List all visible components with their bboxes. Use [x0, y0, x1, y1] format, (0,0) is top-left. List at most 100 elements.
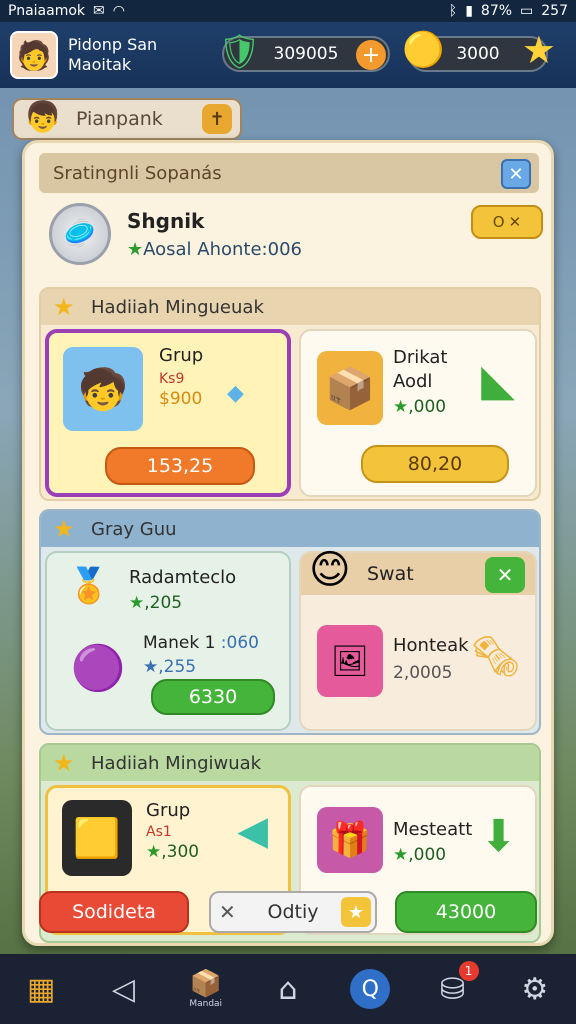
star-icon: ★: [129, 593, 145, 613]
leaf-icon: ◣: [481, 355, 515, 406]
price-label: 153,25: [146, 455, 214, 477]
middle-action-label: Odtiy: [267, 901, 319, 923]
user-row: 🥏 Shgnik ★Aosal Ahonte:006 O ✕: [45, 201, 545, 271]
background-tab-label: Pianpank: [76, 108, 163, 130]
coin-counter: 🟡 3000 ★: [402, 28, 556, 72]
close-icon: ✕: [219, 900, 236, 924]
player-avatar[interactable]: 🧑: [10, 31, 58, 79]
amulet-icon: 🏅: [67, 566, 111, 606]
down-arrow-icon: ⬇: [480, 811, 517, 862]
section-gray: ★ Gray Guu 🏅 Radamteclo ★,205 🟣 Manek 1 …: [39, 509, 541, 735]
signal-icon: ▮: [465, 3, 473, 19]
card-sub: Ks9: [159, 371, 185, 387]
item-sub: ,255: [158, 657, 197, 677]
card-value: ,300: [161, 842, 200, 862]
close-button[interactable]: ✕: [501, 159, 531, 189]
close-icon[interactable]: ✕: [485, 557, 525, 593]
buy-button[interactable]: 6330: [151, 679, 275, 715]
top-bar: 🧑 Pidonp San Maoitak 🛡 309005 + 🟡 3000 ★: [0, 22, 576, 88]
user-name: Shgnik: [127, 209, 205, 233]
back-icon: ◁: [111, 971, 135, 1007]
nav-search[interactable]: Q: [340, 959, 400, 1019]
nav-back[interactable]: ◁: [93, 959, 153, 1019]
star-icon: ★: [393, 845, 409, 865]
star-icon: ★: [53, 293, 75, 321]
home-icon: ⌂: [278, 971, 298, 1007]
gem-icon: ◆: [227, 381, 244, 406]
status-app-name: Pnaiaamok: [8, 3, 86, 19]
status-time: 257: [541, 3, 568, 19]
character-icon: 👦: [24, 100, 62, 135]
helmet-icon: 🟣: [70, 643, 126, 694]
notification-icon: ✉: [93, 3, 105, 19]
star-icon: ★: [146, 842, 162, 862]
coin-amount: 3000: [456, 44, 500, 64]
card-title: Radamteclo: [129, 567, 237, 588]
reward-card[interactable]: 📦 Drikat Aodl ★,000 ◣ 80,20: [299, 329, 537, 497]
section-header: ★ Gray Guu: [41, 511, 539, 547]
left-action-button[interactable]: Sodideta: [39, 891, 189, 933]
card-title: Swat: [367, 563, 414, 585]
add-gems-button[interactable]: +: [356, 40, 386, 70]
buy-button[interactable]: 153,25: [105, 447, 255, 485]
cross-icon: ✝: [202, 104, 232, 134]
card-value: ,000: [408, 397, 447, 417]
item-value: :060: [220, 633, 259, 653]
card-title: Mesteatt: [393, 819, 473, 840]
star-icon: ★: [393, 397, 409, 417]
item-value: 2,0005: [393, 663, 453, 683]
layers-icon: ▦: [26, 971, 56, 1007]
user-action-button[interactable]: O ✕: [471, 205, 543, 239]
card-title: Grup: [159, 345, 204, 366]
card-value: ,205: [144, 593, 183, 613]
user-stat-text: Aosal Ahonte:006: [143, 239, 302, 260]
battery-icon: ▭: [520, 3, 534, 19]
background-tab[interactable]: 👦 Pianpank ✝: [12, 98, 242, 140]
notification-badge: 1: [458, 961, 479, 981]
star-icon: ★: [53, 749, 75, 777]
card-sub: Aodl: [393, 371, 433, 392]
bottom-nav: ▦ ◁ 📦 Mandai ⌂ Q ⛁ 1 ⚙: [0, 954, 576, 1024]
shop-panel: Sratingnli Sopanás ✕ 🥏 Shgnik ★Aosal Aho…: [22, 140, 554, 946]
close-icon: ✕: [508, 163, 524, 185]
status-bar: Pnaiaamok ✉ ◠ ᛒ ▮ 87% ▭ 257: [0, 0, 576, 22]
reward-card[interactable]: 😊 Swat ✕ 🖼 Honteak 2,0005 🗞: [299, 547, 537, 731]
star-icon: ★: [53, 515, 75, 543]
nav-notifications[interactable]: ⛁ 1: [423, 959, 483, 1019]
nav-home[interactable]: ⌂: [258, 959, 318, 1019]
card-image-icon: 🖼: [317, 625, 383, 697]
scroll-icon: 🗞: [470, 634, 521, 680]
nav-shop[interactable]: 📦 Mandai: [176, 959, 236, 1019]
item-title: Manek 1: [143, 633, 216, 653]
nav-layers[interactable]: ▦: [11, 959, 71, 1019]
section-title: Hadiiah Mingueuak: [91, 296, 264, 318]
gear-icon: ⚙: [521, 971, 549, 1007]
middle-action-button[interactable]: ✕ Odtiy ★: [209, 891, 377, 933]
gift-icon: 🎁: [317, 807, 383, 873]
right-action-label: 43000: [435, 901, 497, 923]
reward-card[interactable]: 🏅 Radamteclo ★,205 🟣 Manek 1 :060 ★,255 …: [45, 551, 291, 731]
nav-settings[interactable]: ⚙: [505, 959, 565, 1019]
left-action-label: Sodideta: [72, 901, 156, 923]
user-action-label: O: [492, 213, 505, 231]
star-icon: ★: [521, 28, 556, 72]
buy-button[interactable]: 80,20: [361, 445, 509, 483]
star-icon: ★: [341, 897, 371, 927]
search-icon: Q: [350, 969, 391, 1009]
user-stat: ★Aosal Ahonte:006: [127, 239, 302, 260]
section-title: Hadiiah Mingiwuak: [91, 752, 262, 774]
star-icon: ★: [127, 239, 144, 260]
section-header: ★ Hadiiah Mingiwuak: [41, 745, 539, 781]
item-title: Honteak: [393, 635, 469, 656]
right-action-button[interactable]: 43000: [395, 891, 537, 933]
star-icon: ★: [143, 657, 159, 677]
bottom-actions: Sodideta ✕ Odtiy ★ 43000: [39, 891, 541, 939]
card-title: Grup: [146, 800, 191, 821]
section-weekly-reward: ★ Hadiiah Mingueuak 🧒 Grup Ks9 $900 ◆ 15…: [39, 287, 541, 501]
price-label: 80,20: [407, 453, 463, 475]
gem-amount: 309005: [273, 44, 339, 64]
nav-shop-label: Mandai: [189, 999, 223, 1009]
reward-card[interactable]: 🧒 Grup Ks9 $900 ◆ 153,25: [45, 329, 291, 497]
battery-percent: 87%: [480, 3, 513, 19]
price-label: 6330: [188, 686, 238, 708]
